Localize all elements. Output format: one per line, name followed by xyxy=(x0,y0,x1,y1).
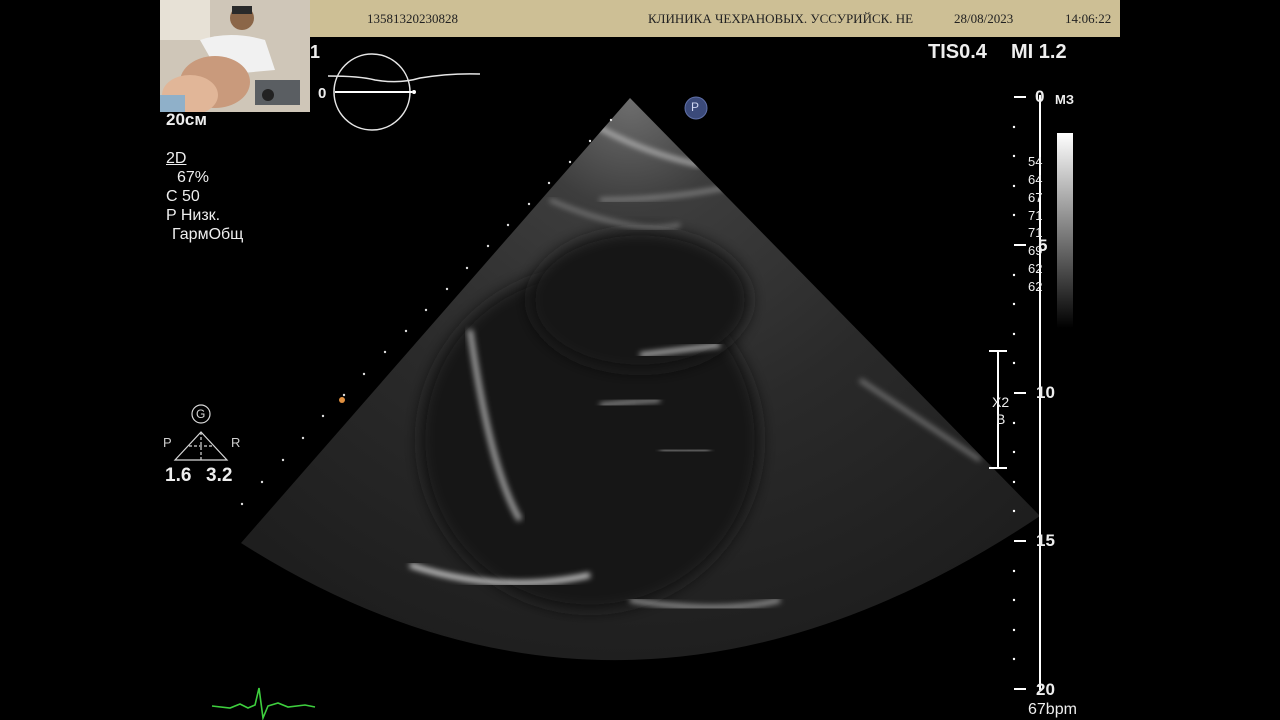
trace-indicator xyxy=(327,53,481,131)
orientation-left-label: P xyxy=(163,435,172,450)
focus-left-value: 1.6 xyxy=(165,465,192,486)
depth-label-10: 10 xyxy=(1036,383,1055,402)
compression-value: C 50 xyxy=(166,188,200,205)
depth-label-20: 20 xyxy=(1036,680,1055,699)
power-value: P Низк. xyxy=(166,207,221,224)
greyscale-value: 67 xyxy=(1028,190,1043,205)
truncated-label: 1 xyxy=(310,42,321,62)
left-letterbox xyxy=(0,0,160,720)
greyscale-value: 71 xyxy=(1028,208,1043,223)
ultrasound-screen: 13581320230828 КЛИНИКА ЧЕХРАНОВЫХ. УССУР… xyxy=(160,0,1120,720)
operator-video-inset xyxy=(160,0,310,112)
greyscale-value: 71 xyxy=(1028,225,1043,240)
right-letterbox xyxy=(1120,0,1280,720)
operator-video-image xyxy=(160,0,310,112)
greyscale-value: 64 xyxy=(1028,172,1043,187)
zoom-label: B xyxy=(996,411,1006,427)
orientation-letter: G xyxy=(196,407,206,421)
greyscale-value: 54 xyxy=(1028,154,1043,169)
gain-value: 67% xyxy=(177,169,210,186)
focus-right-value: 3.2 xyxy=(206,465,233,486)
focus-marker xyxy=(339,397,345,403)
depth-label-0: 0 xyxy=(1035,87,1045,106)
tis-readout: TIS0.4 xyxy=(928,41,987,63)
ecg-trace xyxy=(211,687,316,720)
greyscale-value: 69 xyxy=(1028,243,1043,258)
depth-field: 20см xyxy=(166,110,207,129)
depth-label-15: 15 xyxy=(1036,531,1055,550)
zoom-factor: X2 xyxy=(992,394,1010,410)
greyscale-bar xyxy=(1057,133,1073,328)
orientation-right-label: R xyxy=(231,435,241,450)
greyscale-value: 62 xyxy=(1028,279,1043,294)
harmonic-mode: ГармОбщ xyxy=(172,226,244,243)
mode-name: 2D xyxy=(166,150,187,167)
frequency-unit: МЗ xyxy=(1055,92,1074,107)
trace-zero-label: 0 xyxy=(318,85,327,102)
greyscale-value: 62 xyxy=(1028,261,1043,276)
heart-rate: 67bpm xyxy=(1028,701,1077,718)
probe-marker-label: P xyxy=(691,100,700,114)
mi-readout: MI 1.2 xyxy=(1011,41,1067,63)
